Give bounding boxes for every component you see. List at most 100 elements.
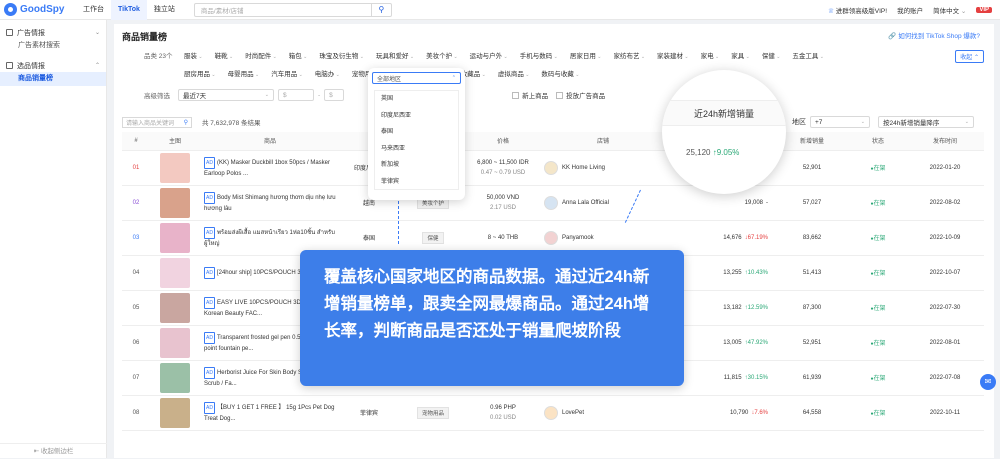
sidebar-collapse-button[interactable]: ⇤ 收起侧边栏	[0, 443, 107, 458]
topnav-item[interactable]: TikTok	[111, 0, 147, 20]
column-header[interactable]: #	[122, 132, 150, 151]
table-row[interactable]: 08 AD 【BUY 1 GET 1 FREE 】 15g 1Pcs Pet Dog…	[122, 395, 984, 431]
brand-name: GoodSpy	[20, 4, 65, 15]
category-list: 服装鞋靴时尚配件箱包珠宝及衍生物玩具和爱好美妆个护运动与户外手机与数码居家日用家…	[178, 50, 830, 60]
new-sales-value: 52,901	[802, 164, 822, 171]
region-option[interactable]: 菲律宾	[375, 174, 458, 190]
sidebar-group-header[interactable]: 广告情报 ⌄	[0, 26, 106, 39]
column-header[interactable]: 主图	[150, 132, 200, 151]
category-item[interactable]: 家具	[725, 50, 756, 60]
product-name[interactable]: 【BUY 1 GET 1 FREE 】 15g 1Pcs Pet Dog Tre…	[204, 405, 334, 422]
table-row[interactable]: 02 AD Body Mist Shimang hương thơm dịu nhẹ…	[122, 185, 984, 221]
region-dropdown-input[interactable]: 全部地区 ⌃	[372, 72, 461, 84]
region-option[interactable]: 泰国	[375, 124, 458, 141]
topnav-item[interactable]: 独立站	[147, 0, 182, 20]
category-item[interactable]: 玩具和爱好	[370, 50, 420, 60]
chat-icon[interactable]: ✉	[980, 374, 996, 390]
region-dropdown[interactable]: 全部地区 ⌃ 英国 印度尼西亚 泰国 马来西亚 新加坡 菲律宾	[368, 68, 465, 200]
column-header[interactable]: 状态	[850, 132, 906, 151]
top-search-input[interactable]: 商品/素材/店铺	[195, 5, 371, 15]
shop-name[interactable]: KK Home Living	[562, 165, 605, 171]
region-filter-select[interactable]: +7 ⌄	[810, 116, 870, 128]
shop-cell[interactable]: LovePet	[538, 395, 668, 431]
sidebar-item-ad-search[interactable]: 广告素材搜索	[0, 39, 106, 53]
category-item[interactable]: 箱包	[283, 50, 314, 60]
category-item[interactable]: 数码与收藏	[535, 68, 585, 78]
product-thumbnail[interactable]	[160, 362, 190, 393]
sort-select[interactable]: 按24h新增销量降序 ⌄	[878, 116, 974, 128]
ad-products-checkbox[interactable]: 投放广告商品	[556, 90, 605, 100]
product-thumbnail[interactable]	[160, 292, 190, 323]
account-link[interactable]: 我的账户	[897, 5, 923, 15]
category-item[interactable]: 居家日用	[564, 50, 608, 60]
column-header[interactable]: 价格	[468, 132, 538, 151]
language-select[interactable]: 简体中文 ⌄	[933, 5, 966, 15]
table-row[interactable]: 01 AD (KK) Masker Duckbill 1box 50pcs / Ma…	[122, 150, 984, 186]
product-thumbnail[interactable]	[160, 222, 190, 253]
category-item[interactable]: 家电	[695, 50, 726, 60]
shop-name[interactable]: Panyamook	[562, 235, 594, 241]
shop-name[interactable]: LovePet	[562, 410, 584, 416]
promo-link[interactable]: ♕ 进群领高级版VIP!	[828, 5, 887, 15]
rank-cell: 03	[122, 220, 150, 256]
date-cell: 2022-10-09	[906, 220, 984, 256]
product-thumbnail[interactable]	[160, 257, 190, 288]
region-option[interactable]: 印度尼西亚	[375, 108, 458, 125]
sidebar-group-header[interactable]: 选品情报 ⌃	[0, 59, 106, 72]
category-item[interactable]: 鞋靴	[209, 50, 240, 60]
date-range-select[interactable]: 最近7天 ⌄	[178, 89, 274, 101]
product-thumbnail[interactable]	[160, 397, 190, 428]
category-item[interactable]: 汽车用品	[265, 68, 309, 78]
region-option[interactable]: 新加坡	[375, 157, 458, 174]
collapse-label: 收起	[960, 55, 973, 61]
region-option[interactable]: 马来西亚	[375, 141, 458, 158]
product-thumbnail[interactable]	[160, 187, 190, 218]
search-icon[interactable]: ⚲	[370, 3, 391, 16]
category-item[interactable]: 电脑办	[309, 68, 346, 78]
column-header[interactable]: 店铺	[538, 132, 668, 151]
shop-cell[interactable]: KK Home Living	[538, 150, 668, 186]
chevron-down-icon: ⌄	[264, 92, 269, 98]
product-thumbnail[interactable]	[160, 327, 190, 358]
vip-badge[interactable]: VIP	[976, 7, 992, 13]
sidebar-group-label: 选品情报	[17, 62, 45, 70]
product-name[interactable]: Body Mist Shimang hương thơm dịu nhẹ lưu…	[204, 195, 336, 212]
category-item[interactable]: 家纺布艺	[607, 50, 651, 60]
category-item[interactable]: 母婴用品	[222, 68, 266, 78]
product-name-cell[interactable]: AD (KK) Masker Duckbill 1box 50pcs / Mask…	[200, 150, 340, 186]
shop-name[interactable]: Anna Lala Official	[562, 200, 609, 206]
topnav-item[interactable]: 工作台	[76, 0, 111, 20]
new-products-checkbox[interactable]: 新上商品	[512, 90, 548, 100]
product-name[interactable]: (KK) Masker Duckbill 1box 50pcs / Masker…	[204, 160, 330, 177]
price-max-input[interactable]: $	[324, 89, 345, 101]
product-search-input[interactable]: 请输入商品关键词 ⚲	[122, 116, 192, 128]
product-name-cell[interactable]: AD 【BUY 1 GET 1 FREE 】 15g 1Pcs Pet Dog T…	[200, 395, 340, 431]
column-header[interactable]: 商品	[200, 132, 340, 151]
category-item[interactable]: 五金工具	[786, 50, 830, 60]
product-name-cell[interactable]: AD Body Mist Shimang hương thơm dịu nhẹ l…	[200, 185, 340, 221]
sidebar-item-sales-rank[interactable]: 商品销量榜	[0, 72, 106, 86]
help-link[interactable]: 🔗 如何找到 TikTok Shop 爆款?	[888, 30, 980, 40]
category-item[interactable]: 虚拟商品	[492, 68, 536, 78]
category-item[interactable]: 珠宝及衍生物	[313, 50, 370, 60]
shop-logo	[544, 195, 558, 210]
category-item[interactable]: 美妆个护	[420, 50, 464, 60]
main-content: 商品销量榜 🔗 如何找到 TikTok Shop 爆款? 品类 23个 服装鞋靴…	[114, 24, 994, 458]
category-item[interactable]: 厨房用品	[178, 68, 222, 78]
column-header[interactable]: 发布时间	[906, 132, 984, 151]
product-name[interactable]: พร้อมส่งผีเสื้อ แมสหน้าเรียว 1ห่อ10ชิ้น …	[204, 230, 335, 247]
top-search[interactable]: 商品/素材/店铺 ⚲	[193, 2, 392, 17]
logo[interactable]: GoodSpy	[4, 3, 76, 16]
product-thumbnail[interactable]	[160, 152, 190, 183]
category-item[interactable]: 家装建材	[651, 50, 695, 60]
category-item[interactable]: 保健	[756, 50, 787, 60]
price-min-input[interactable]: $	[278, 89, 314, 101]
collapse-filters-button[interactable]: 收起 ⌃	[955, 50, 984, 63]
category-item[interactable]: 手机与数码	[514, 50, 564, 60]
region-filter-label: 地区	[792, 119, 806, 126]
category-item[interactable]: 运动与户外	[464, 50, 514, 60]
category-item[interactable]: 时尚配件	[239, 50, 283, 60]
shop-cell[interactable]: Anna Lala Official	[538, 185, 668, 221]
category-item[interactable]: 服装	[178, 50, 209, 60]
region-option[interactable]: 英国	[375, 91, 458, 108]
